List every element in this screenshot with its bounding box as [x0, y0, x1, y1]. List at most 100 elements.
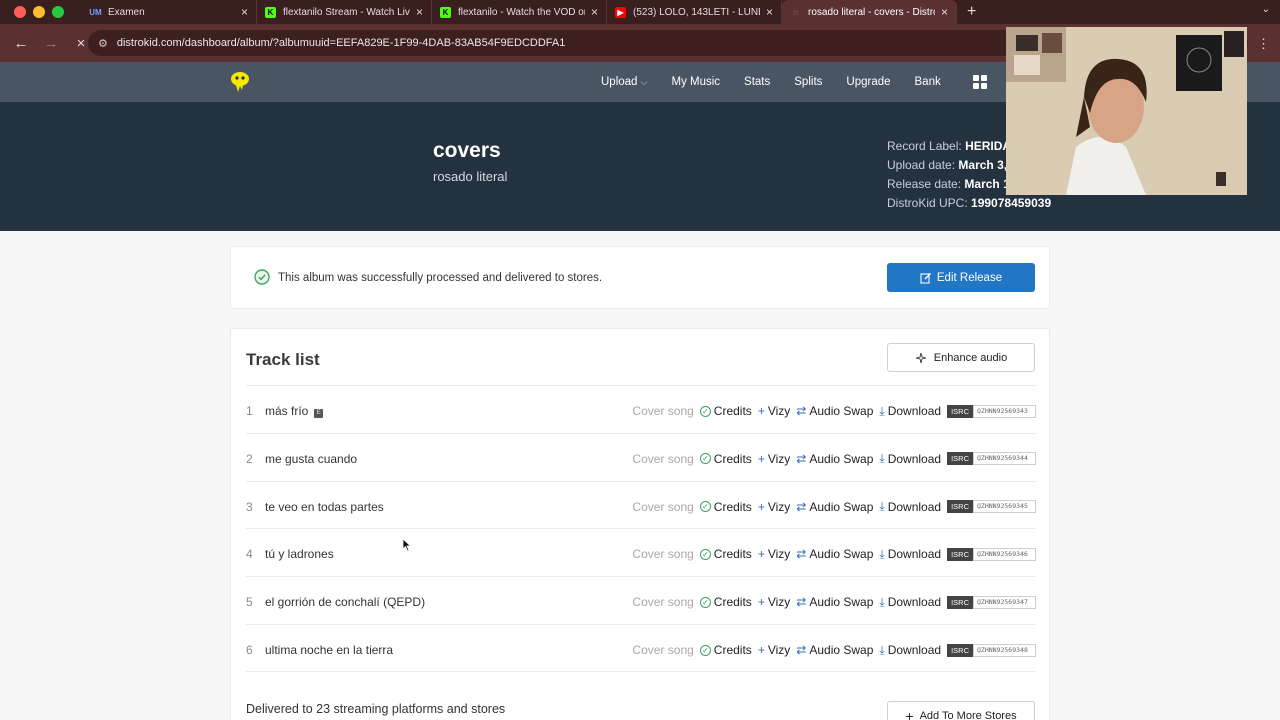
credits-link[interactable]: ✓ Credits [699, 404, 752, 418]
add-more-stores-label: Add To More Stores [919, 710, 1017, 720]
credits-label: Credits [713, 595, 752, 610]
swap-icon: ⇄ [796, 451, 807, 466]
track-row: 6 ultima noche en la tierra Cover song ✓ Cre… [246, 624, 1036, 672]
close-tab-icon[interactable]: × [591, 5, 598, 19]
upc-value: 199078459039 [971, 196, 1052, 210]
audio-swap-link[interactable]: ⇄ Audio Swap [796, 595, 873, 609]
download-link[interactable]: ⤓ Download [879, 499, 941, 514]
track-title: ultima noche en la tierra [265, 643, 394, 657]
audio-swap-label: Audio Swap [809, 499, 874, 514]
album-title: covers [433, 139, 501, 162]
isrc-code: QZHNN92569343 [973, 404, 1036, 418]
divider [246, 671, 1036, 672]
browser-tab-kick-live[interactable]: K flextanilo Stream - Watch Live × [257, 0, 432, 24]
close-tab-icon[interactable]: × [241, 5, 248, 19]
nav-stats[interactable]: Stats [744, 76, 770, 88]
plus-icon: + [905, 708, 914, 720]
browser-menu-icon[interactable]: ⋮ [1257, 36, 1270, 52]
nav-splits[interactable]: Splits [794, 76, 822, 88]
audio-swap-label: Audio Swap [809, 547, 874, 562]
isrc-label: ISRC [947, 643, 973, 657]
tab-title: flextanilo Stream - Watch Live [283, 6, 410, 18]
audio-swap-link[interactable]: ⇄ Audio Swap [796, 500, 873, 514]
credits-link[interactable]: ✓ Credits [699, 547, 752, 562]
download-icon: ⤓ [879, 642, 885, 657]
track-name: el gorrión de conchalí (QEPD) [265, 595, 425, 609]
apps-grid-icon[interactable] [973, 75, 987, 89]
browser-tab-kick-vod[interactable]: K flextanilo - Watch the VOD on × [432, 0, 607, 24]
browser-tab-distrokid[interactable]: ◌ rosado literal - covers - Distro × [782, 0, 957, 24]
vizy-label: Vizy [767, 451, 791, 466]
nav-bank[interactable]: Bank [915, 76, 941, 88]
swap-icon: ⇄ [796, 643, 807, 657]
isrc-badge: ISRC QZHNN92569346 [947, 547, 1036, 561]
track-list-card: Track list Enhance audio 1 más frío E Cover… [230, 328, 1050, 720]
download-icon: ⤓ [879, 499, 885, 514]
vizy-link[interactable]: + Vizy [758, 452, 790, 466]
distrokid-logo[interactable] [228, 70, 252, 94]
vizy-link[interactable]: + Vizy [758, 500, 790, 514]
browser-tab-youtube[interactable]: ▶ (523) LOLO, 143LETI - LUNES × [607, 0, 782, 24]
maximize-window-button[interactable] [52, 6, 64, 18]
audio-swap-link[interactable]: ⇄ Audio Swap [796, 404, 873, 418]
isrc-code: QZHNN92569345 [973, 500, 1036, 514]
audio-swap-label: Audio Swap [809, 451, 874, 466]
download-link[interactable]: ⤓ Download [879, 595, 941, 610]
credits-label: Credits [713, 547, 752, 562]
isrc-code: QZHNN92569344 [973, 452, 1036, 466]
credits-link[interactable]: ✓ Credits [699, 499, 752, 514]
youtube-icon: ▶ [615, 6, 626, 18]
download-label: Download [887, 451, 942, 466]
new-tab-button[interactable]: + [967, 3, 976, 21]
download-link[interactable]: ⤓ Download [879, 547, 941, 562]
download-icon: ⤓ [879, 403, 885, 418]
vizy-label: Vizy [767, 595, 791, 610]
track-title: me gusta cuando [265, 451, 358, 466]
nav-upgrade[interactable]: Upgrade [846, 76, 890, 88]
audio-swap-label: Audio Swap [809, 404, 874, 418]
download-link[interactable]: ⤓ Download [879, 643, 941, 658]
nav-upload[interactable]: Upload ⌵ [601, 76, 647, 88]
kick-icon: K [440, 6, 451, 18]
download-link[interactable]: ⤓ Download [879, 451, 941, 466]
site-info-icon[interactable]: ⚙ [98, 37, 108, 50]
credits-link[interactable]: ✓ Credits [699, 595, 752, 610]
download-icon: ⤓ [879, 546, 885, 561]
forward-arrow-icon[interactable]: → [42, 35, 60, 52]
close-window-button[interactable] [14, 6, 26, 18]
tab-search-icon[interactable]: ⌄ [1262, 4, 1270, 15]
download-link[interactable]: ⤓ Download [879, 404, 941, 419]
enhance-audio-button[interactable]: Enhance audio [887, 343, 1035, 372]
close-tab-icon[interactable]: × [941, 5, 948, 19]
credits-label: Credits [713, 499, 752, 514]
add-more-stores-button[interactable]: + Add To More Stores [887, 701, 1035, 720]
nav-my-music[interactable]: My Music [671, 76, 720, 88]
swap-icon: ⇄ [796, 547, 807, 562]
close-tab-icon[interactable]: × [416, 5, 423, 19]
credits-link[interactable]: ✓ Credits [699, 643, 752, 657]
track-title: el gorrión de conchalí (QEPD) [265, 595, 426, 610]
minimize-window-button[interactable] [33, 6, 45, 18]
track-name: te veo en todas partes [265, 500, 384, 514]
vizy-label: Vizy [767, 643, 791, 657]
credits-link[interactable]: ✓ Credits [699, 452, 752, 466]
browser-tab-examen[interactable]: UM Examen × [82, 0, 257, 24]
window-controls [14, 6, 64, 18]
audio-swap-link[interactable]: ⇄ Audio Swap [796, 643, 873, 657]
vizy-link[interactable]: + Vizy [758, 643, 790, 657]
upload-date-label: Upload date: [887, 158, 956, 172]
check-circle-icon: ✓ [699, 596, 711, 608]
audio-swap-link[interactable]: ⇄ Audio Swap [796, 452, 873, 466]
edit-release-button[interactable]: Edit Release [887, 263, 1035, 292]
vizy-link[interactable]: + Vizy [758, 595, 790, 609]
close-tab-icon[interactable]: × [766, 5, 773, 19]
isrc-badge: ISRC QZHNN92569347 [947, 595, 1036, 609]
audio-swap-label: Audio Swap [809, 643, 874, 657]
check-circle-icon: ✓ [699, 453, 711, 465]
vizy-label: Vizy [767, 404, 791, 418]
vizy-link[interactable]: + Vizy [758, 547, 790, 561]
back-arrow-icon[interactable]: ← [12, 35, 30, 52]
audio-swap-link[interactable]: ⇄ Audio Swap [796, 547, 873, 561]
swap-icon: ⇄ [796, 499, 807, 514]
vizy-link[interactable]: + Vizy [758, 404, 790, 418]
